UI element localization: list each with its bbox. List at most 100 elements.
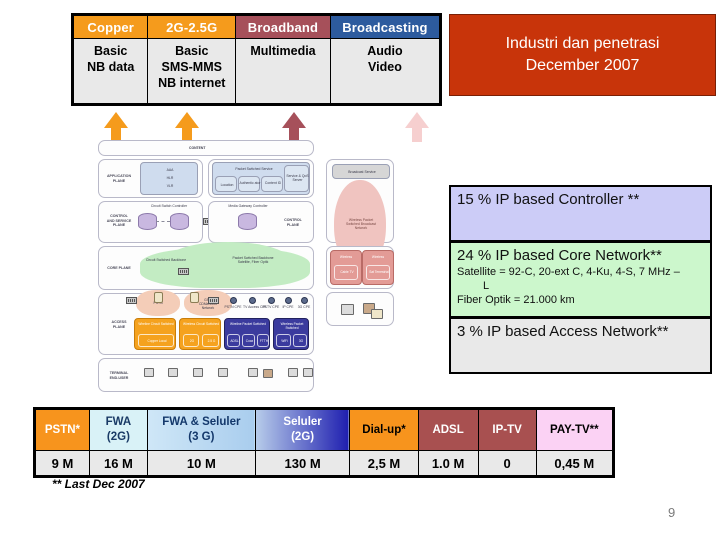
service-cell-broadband-line1: Multimedia: [250, 44, 316, 58]
broadcast-box-cable-title: Wireless: [339, 255, 353, 259]
service-cell-broadband: Multimedia: [235, 38, 331, 104]
register-box: AAA HLR VLR: [140, 162, 198, 195]
service-cell-2g: Basic SMS-MMS NB internet: [147, 38, 237, 104]
service-header-2g: 2G-2.5G: [147, 15, 237, 39]
arrow-broadcasting-icon: [405, 112, 429, 142]
stats-value-paytv: 0,45 M: [535, 450, 614, 476]
broadcast-column: Broadcast Service Wireless Packet Switche…: [320, 140, 401, 392]
access-router-icon-2: [190, 292, 199, 303]
access-user-iptv-icon: [268, 297, 275, 304]
stats-value-fwa-seluler: 10 M: [146, 450, 256, 476]
callout-ip-access-network: 3 % IP based Access Network**: [449, 317, 712, 374]
access-user-tv-label: TV Access CPE: [243, 305, 267, 309]
service-header-copper-label: Copper: [87, 19, 135, 35]
register-hlr-label: HLR: [166, 176, 174, 180]
service-cell-copper-line1: Basic: [94, 44, 128, 58]
packet-backbone-label: Packet Switched Backbone Satellite, Fiber…: [232, 256, 274, 265]
wireless-ps-item-wifi: WiFi: [276, 334, 291, 347]
access-user-pstn-icon: [230, 297, 237, 304]
broadcast-box-sat-title: Wireless: [371, 255, 385, 259]
wireline-ps-item-coax-label: Coax: [245, 339, 254, 343]
access-user-3g-icon: [301, 297, 308, 304]
wireless-cs-item-2g-label: 2G: [189, 339, 195, 343]
callout-ip-controller: 15 % IP based Controller **: [449, 185, 712, 242]
media-gateway-controller-node: [238, 213, 257, 230]
service-cell-broadcasting-line1: Audio: [367, 44, 403, 58]
callout-ip-core-network: 24 % IP based Core Network** Satellite =…: [449, 241, 712, 318]
stats-header-pstn: PSTN*: [35, 409, 90, 451]
wireline-ps-item-ftth: FTTH: [257, 334, 269, 347]
wireless-packet-switched-box: Wireless Packet Switched WiFi 3G: [273, 318, 309, 350]
callout-core-satellite-line: Satellite = 92-C, 20-ext C, 4-Ku, 4-S, 7…: [457, 265, 704, 293]
page-title-line2: December 2007: [525, 57, 640, 74]
access-switch-icon-1: [126, 297, 137, 304]
service-category-table: Copper 2G-2.5G Broadband Broadcasting Ba…: [71, 13, 442, 106]
arrow-copper-icon: [104, 112, 128, 142]
stats-value-seluler: 130 M: [254, 450, 351, 476]
wireline-cs-item-copper: Copper Local: [138, 334, 174, 347]
broadcast-box-cable-item: Cable TV: [334, 265, 358, 280]
stats-value-row: 9 M 16 M 10 M 130 M 2,5 M 1.0 M 0 0,45 M: [35, 450, 614, 476]
terminal-device-1-icon: [144, 368, 154, 377]
callout-core-satellite-text-cont: L: [483, 280, 490, 292]
page-title: Industri dan penetrasi December 2007: [449, 14, 716, 96]
service-header-copper: Copper: [72, 15, 149, 39]
broadcast-box-sat-item: Sat Terrestrial: [366, 265, 390, 280]
arrow-broadband-icon: [282, 112, 306, 142]
stats-header-paytv: PAY-TV**: [535, 409, 614, 451]
wireless-ps-item-wifi-label: WiFi: [281, 339, 288, 343]
terminal-device-2-icon: [168, 368, 178, 377]
wireless-cs-item-2g: 2G: [183, 334, 199, 347]
service-cell-2g-line1: Basic: [175, 44, 209, 58]
pss-item-content-id: Content ID: [261, 176, 283, 192]
stats-header-seluler-sub: (2G): [291, 431, 315, 443]
pss-title-label: Packet Switched Service: [235, 167, 273, 171]
stats-header-adsl-label: ADSL: [432, 423, 464, 436]
service-header-broadband-label: Broadband: [247, 19, 319, 35]
service-cell-copper-line2: NB data: [87, 60, 135, 74]
wireline-ps-item-adsl-label: ADSL: [230, 339, 239, 343]
plane-control-right-label: CONTROL PLANE: [284, 218, 302, 227]
broadcast-box-cable: Wireless Cable TV: [330, 250, 362, 285]
wireless-ps-item-3g-label: 3G: [298, 339, 304, 343]
access-user-3g-label: 3G CPE: [297, 305, 311, 309]
service-header-broadcasting-label: Broadcasting: [342, 19, 428, 35]
stats-header-row: PSTN* FWA (2G) FWA & Seluler (3 G) Selul…: [35, 409, 614, 451]
circuit-switch-controller-label: Circuit Switch Controller: [150, 204, 188, 208]
broadcast-terminal-receiver-icon: [371, 309, 383, 319]
wireless-cs-item-25g-label: 2.5 G: [207, 339, 216, 343]
access-user-ip-icon: [285, 297, 292, 304]
wireline-ps-item-adsl: ADSL: [227, 334, 240, 347]
wireline-ps-item-ftth-label: FTTH: [259, 339, 269, 343]
plane-core-label: CORE PLANE: [107, 266, 131, 270]
plane-access-label: ACCESS PLANE: [111, 320, 127, 329]
service-cell-2g-line2: SMS-MMS: [161, 60, 222, 74]
penetration-stats-table: PSTN* FWA (2G) FWA & Seluler (3 G) Selul…: [33, 407, 615, 478]
access-user-tv-icon: [249, 297, 256, 304]
circuit-backbone-label: Circuit Switched Backbone: [145, 258, 187, 262]
page-title-line1: Industri dan penetrasi: [505, 35, 660, 52]
service-cell-broadcasting-line2: Video: [368, 60, 402, 74]
pss-item-authenticator: Authentic ator: [238, 176, 260, 192]
stats-header-seluler-label: Seluler: [283, 416, 322, 428]
arrow-2g-icon: [175, 112, 199, 142]
stats-header-iptv-label: IP-TV: [492, 423, 522, 436]
terminal-device-3-icon: [193, 368, 203, 377]
stats-value-iptv: 0: [477, 450, 537, 476]
terminal-device-8-icon: [303, 368, 313, 377]
service-table-body-row: Basic NB data Basic SMS-MMS NB internet …: [72, 38, 441, 104]
stats-header-iptv: IP-TV: [477, 409, 537, 451]
service-header-2g-label: 2G-2.5G: [166, 19, 218, 35]
terminal-device-7-icon: [288, 368, 298, 377]
service-header-broadcasting: Broadcasting: [329, 15, 441, 39]
service-table-header-row: Copper 2G-2.5G Broadband Broadcasting: [72, 15, 441, 39]
broadcast-service-box: Broadcast Service: [332, 164, 390, 179]
broadcast-terminal-tv-icon: [341, 304, 354, 315]
page-number: 9: [668, 505, 676, 520]
stats-header-fwa-sub: (2G): [106, 431, 130, 443]
register-aaa-label: AAA: [166, 168, 174, 172]
broadcast-service-label: Broadcast Service: [348, 170, 376, 174]
pss-item-qos-server-label: Service & QoS Server: [286, 174, 309, 183]
broadcast-terminal-plane: [326, 292, 394, 326]
ngn-architecture-diagram: CONTENT APPLICATION PLANE AAA HLR VLR Pac…: [98, 140, 401, 392]
